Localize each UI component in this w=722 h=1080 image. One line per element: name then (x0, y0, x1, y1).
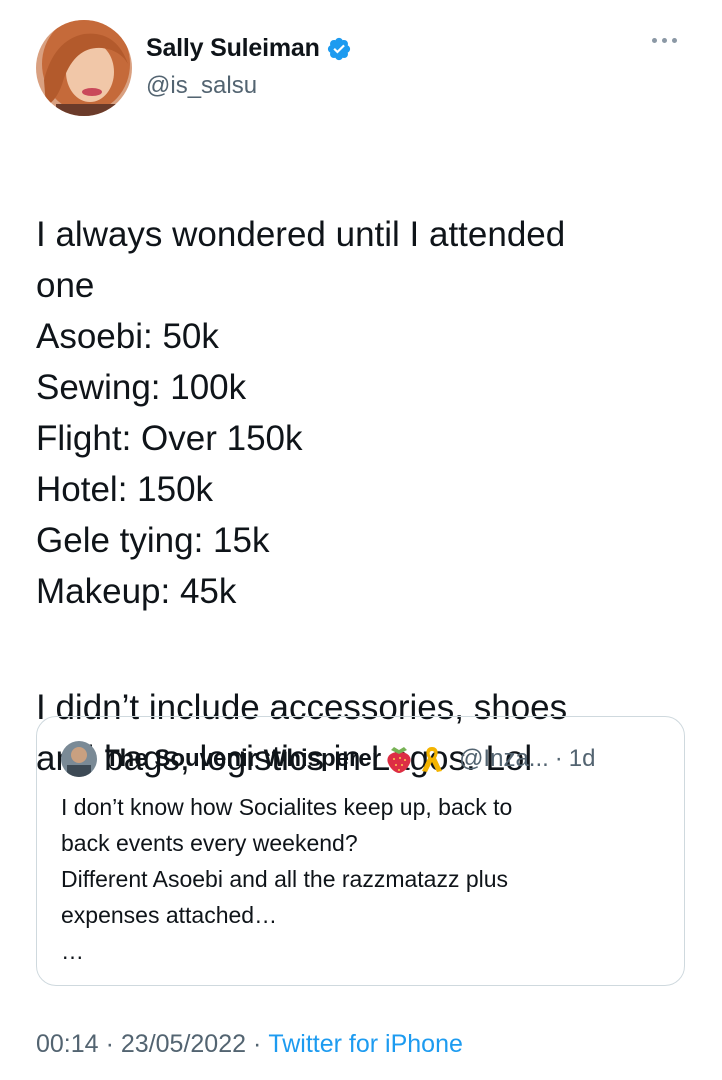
author-name-row[interactable]: Sally Suleiman (146, 34, 352, 63)
author-avatar[interactable] (36, 20, 132, 116)
more-options-icon[interactable] (652, 38, 677, 43)
quoted-tweet-text: I don’t know how Socialites keep up, bac… (61, 794, 513, 964)
tweet-time[interactable]: 00:14 (36, 1030, 99, 1058)
more-dot (662, 38, 667, 43)
strawberry-icon (387, 747, 411, 773)
quoted-tweet-header: The Souvenir Whisperer @Inza... · 1d (61, 741, 596, 777)
tweet-source-link[interactable]: Twitter for iPhone (268, 1030, 463, 1058)
tweet-date[interactable]: 23/05/2022 (121, 1030, 246, 1058)
quoted-timestamp[interactable]: 1d (569, 745, 596, 773)
tweet-metadata: 00:14 · 23/05/2022 · Twitter for iPhone (36, 1030, 463, 1059)
quoted-tweet[interactable]: The Souvenir Whisperer @Inza... · 1d I d… (36, 716, 685, 986)
yellow-ribbon-icon (422, 747, 443, 772)
footer-separator: · (105, 1030, 114, 1058)
quoted-separator: · (554, 745, 563, 772)
quoted-author-name[interactable]: The Souvenir Whisperer (105, 745, 381, 773)
verified-badge-icon (327, 37, 350, 60)
footer-separator: · (253, 1030, 262, 1058)
author-handle[interactable]: @is_salsu (146, 72, 257, 100)
quoted-author-avatar[interactable] (61, 741, 97, 777)
avatar-image (36, 20, 132, 116)
tweet-text-main: I always wondered until I attended one A… (36, 215, 566, 611)
more-dot (652, 38, 657, 43)
more-dot (672, 38, 677, 43)
author-name[interactable]: Sally Suleiman (146, 34, 320, 63)
quoted-avatar-image (61, 741, 97, 777)
quoted-author-handle[interactable]: @Inza... (459, 745, 549, 773)
quoted-author-emojis (385, 744, 445, 774)
